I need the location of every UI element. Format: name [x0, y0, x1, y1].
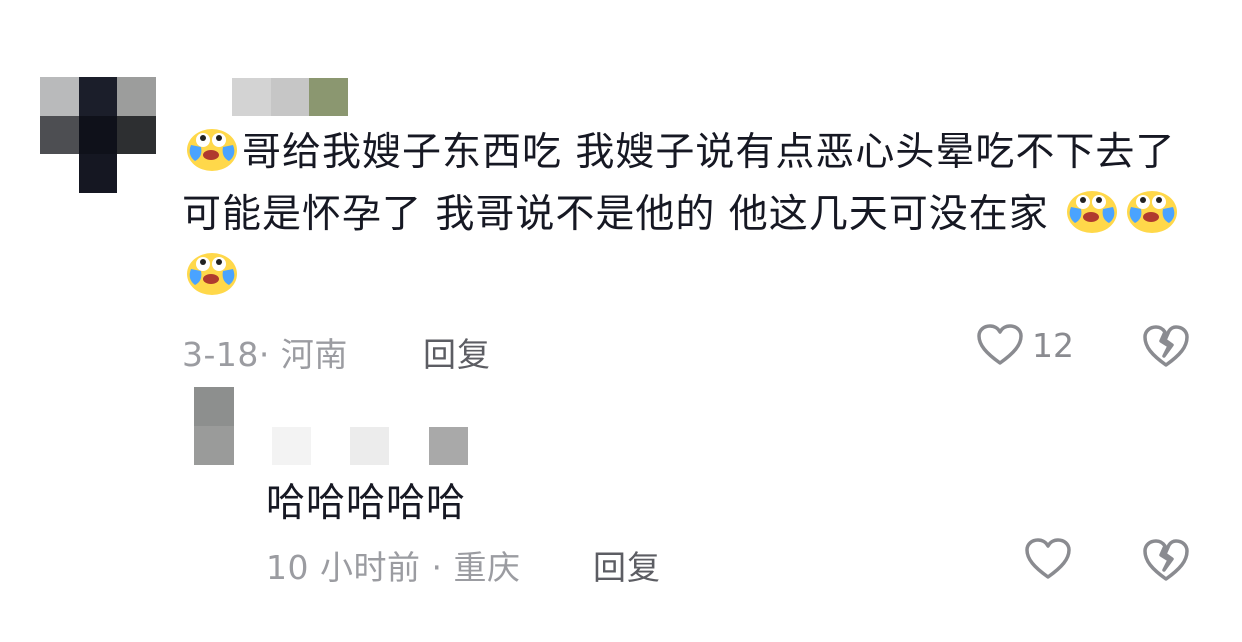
username-main-commenter[interactable]: [232, 78, 348, 116]
reply-button[interactable]: 回复: [423, 328, 491, 376]
heart-outline-icon[interactable]: [1024, 537, 1072, 581]
broken-heart-icon[interactable]: [1142, 323, 1190, 369]
like-button[interactable]: 12: [976, 323, 1074, 367]
comment-date-location: 3-18· 河南: [182, 335, 348, 374]
crying-laughing-emoji: [1065, 185, 1119, 235]
username-reply-commenter[interactable]: [272, 427, 468, 465]
avatar-reply-commenter[interactable]: [194, 387, 234, 465]
crying-laughing-emoji: [1125, 185, 1179, 235]
reply-button-nested[interactable]: 回复: [593, 541, 661, 589]
crying-laughing-emoji: [185, 247, 239, 297]
broken-heart-icon[interactable]: [1142, 537, 1190, 583]
reply-comment-text: 哈哈哈哈哈: [266, 481, 467, 526]
heart-outline-icon: [976, 323, 1024, 367]
reply-time-location: 10 小时前 · 重庆: [266, 548, 521, 587]
crying-laughing-emoji: [185, 123, 239, 173]
comment-text: 哥给我嫂子东西吃 我嫂子说有点恶心头晕吃不下去了 可能是怀孕了 我哥说不是他的 …: [182, 122, 1192, 308]
like-count: 12: [1032, 325, 1074, 365]
avatar-main-commenter[interactable]: [40, 77, 156, 193]
